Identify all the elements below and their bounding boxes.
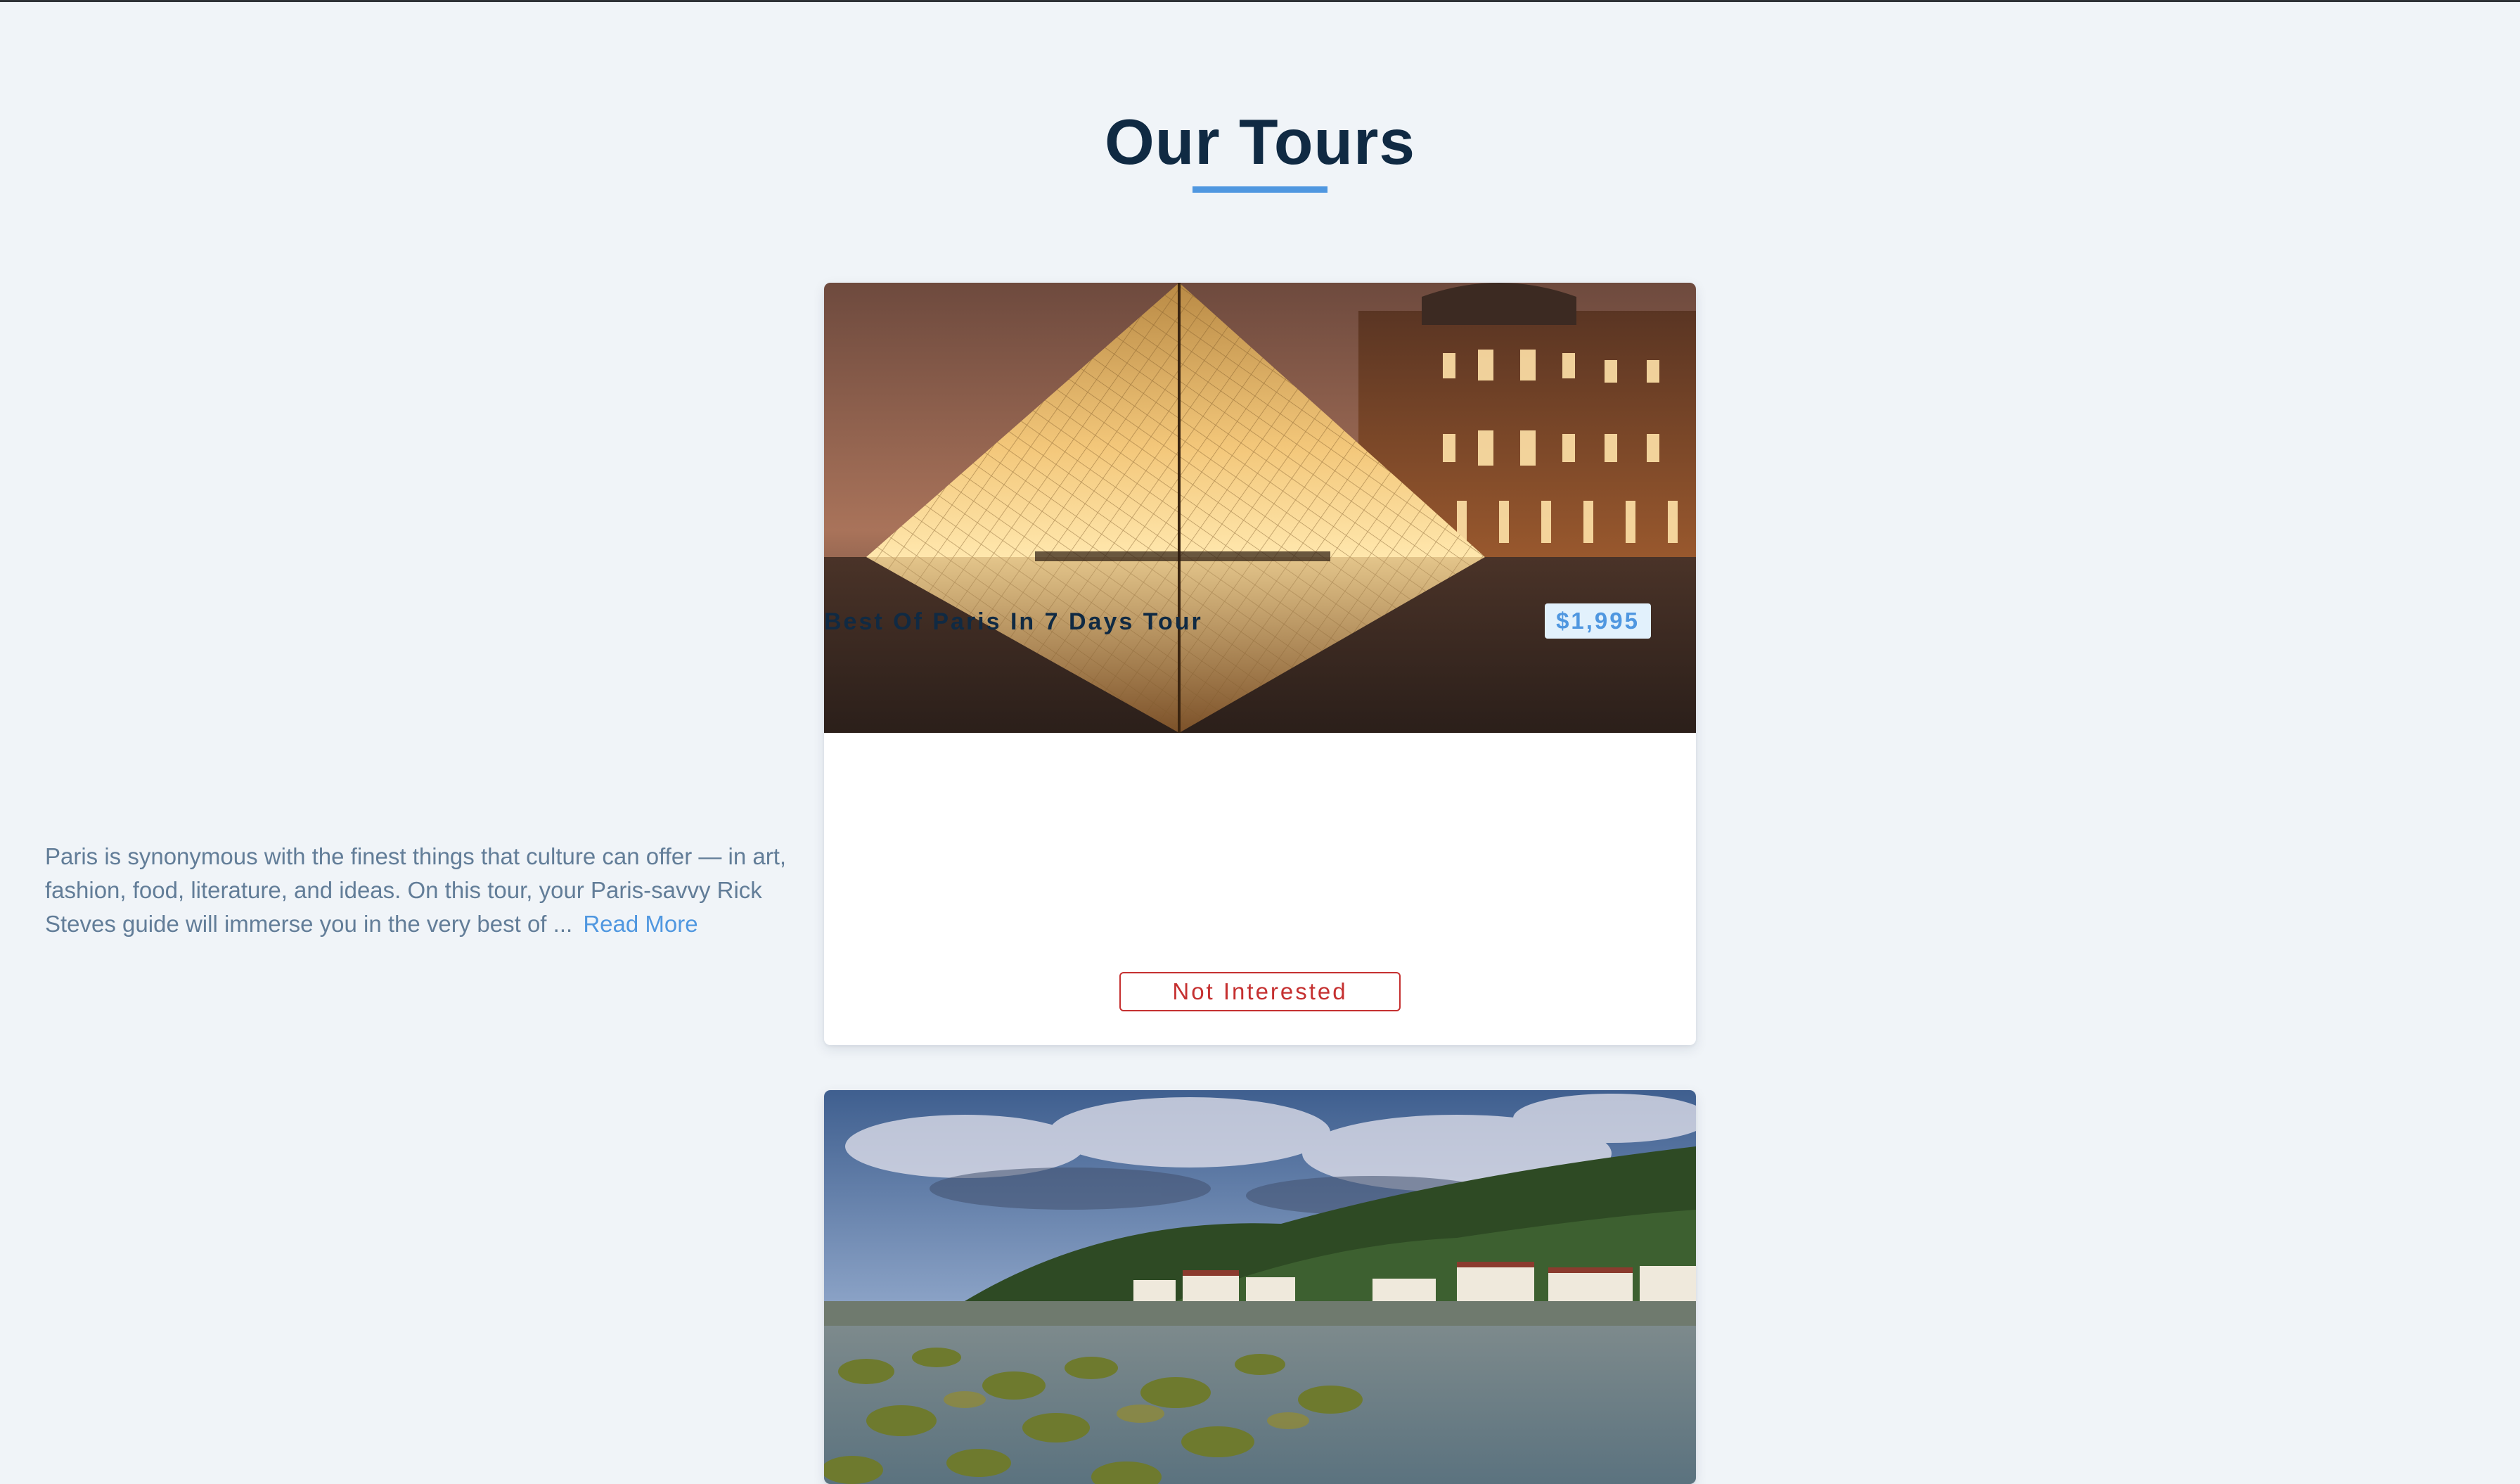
tour-name: Best Of Paris In 7 Days Tour	[824, 608, 1203, 635]
read-more-button[interactable]: Read More	[583, 907, 698, 941]
tour-card-paris: Best Of Paris In 7 Days Tour $1,995	[824, 283, 1696, 1045]
tour-price-badge: $1,995	[1545, 603, 1651, 639]
not-interested-button[interactable]: Not Interested	[1119, 972, 1401, 1011]
page-header: Our Tours	[0, 104, 2520, 181]
page-title: Our Tours	[1104, 107, 1416, 178]
tour-card-second	[824, 1090, 1696, 1484]
top-border	[0, 0, 2520, 2]
title-underline	[1192, 186, 1328, 193]
tour-description: Paris is synonymous with the finest thin…	[45, 840, 827, 941]
tour-image-coastal-village	[824, 1090, 1696, 1484]
tour-image-louvre-pyramid	[824, 283, 1696, 733]
